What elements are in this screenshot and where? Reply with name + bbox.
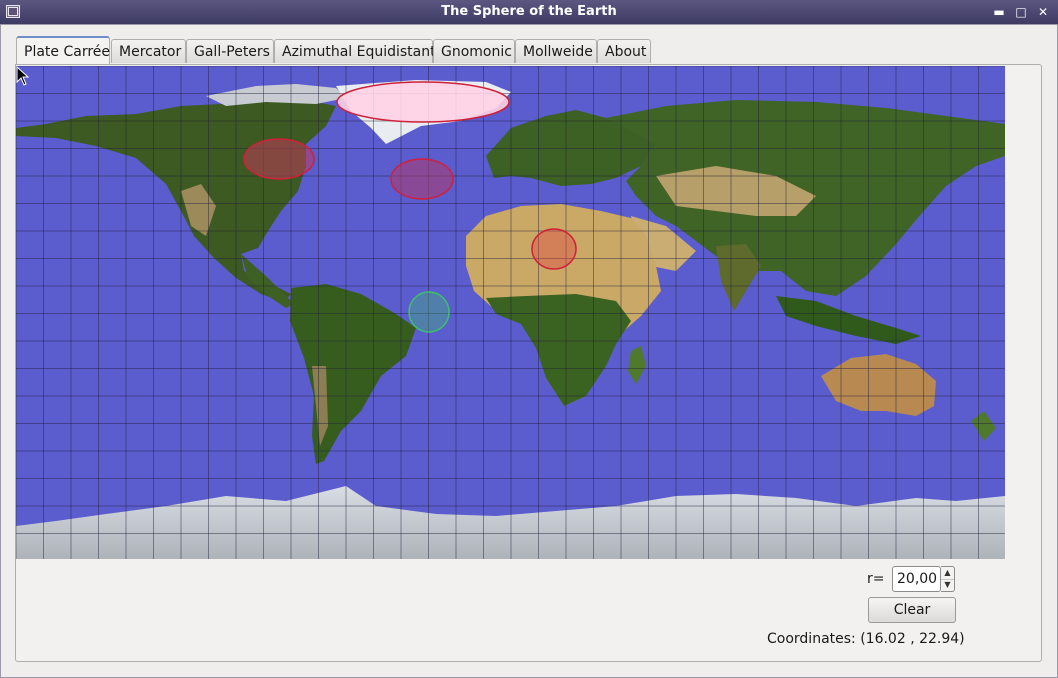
madagascar bbox=[628, 346, 646, 384]
continent-north-america bbox=[16, 100, 336, 302]
tab-gall-peters[interactable]: Gall-Peters bbox=[186, 39, 274, 63]
tab-azimuthal-equidistant[interactable]: Azimuthal Equidistant bbox=[274, 39, 436, 63]
circle-canada[interactable] bbox=[243, 138, 315, 180]
continent-australia bbox=[821, 354, 936, 416]
tab-mollweide[interactable]: Mollweide bbox=[515, 39, 597, 63]
circle-greenland[interactable] bbox=[336, 81, 510, 123]
new-zealand bbox=[971, 411, 996, 441]
central-africa-forest bbox=[486, 294, 631, 406]
circle-sahara[interactable] bbox=[531, 228, 577, 270]
world-map[interactable] bbox=[16, 66, 1005, 559]
maximize-icon[interactable]: □ bbox=[1012, 3, 1030, 21]
close-icon[interactable]: ✕ bbox=[1034, 3, 1052, 21]
spin-down-icon[interactable]: ▼ bbox=[941, 579, 954, 591]
tab-plate-carree[interactable]: Plate Carrée bbox=[16, 36, 110, 64]
radius-label: r= bbox=[867, 571, 885, 587]
circle-south-atlantic[interactable] bbox=[408, 291, 450, 333]
title-bar[interactable]: The Sphere of the Earth ▬ □ ✕ bbox=[0, 0, 1058, 24]
radius-spinner[interactable]: ▲ ▼ bbox=[941, 566, 955, 592]
clear-button[interactable]: Clear bbox=[868, 597, 956, 623]
radius-input[interactable]: 20,00 bbox=[892, 566, 941, 592]
mouse-pointer-icon bbox=[16, 66, 30, 86]
minimize-icon[interactable]: ▬ bbox=[990, 3, 1008, 21]
tab-gnomonic[interactable]: Gnomonic bbox=[433, 39, 515, 63]
tab-mercator[interactable]: Mercator bbox=[111, 39, 186, 63]
continent-south-america bbox=[290, 284, 416, 464]
coordinates-readout: Coordinates: (16.02 , 22.94) bbox=[767, 631, 965, 647]
circle-north-atlantic[interactable] bbox=[390, 158, 454, 200]
window-title: The Sphere of the Earth bbox=[441, 4, 617, 19]
map-canvas[interactable] bbox=[16, 66, 1005, 559]
southeast-asia-islands bbox=[776, 296, 921, 344]
tab-about[interactable]: About bbox=[597, 39, 651, 63]
